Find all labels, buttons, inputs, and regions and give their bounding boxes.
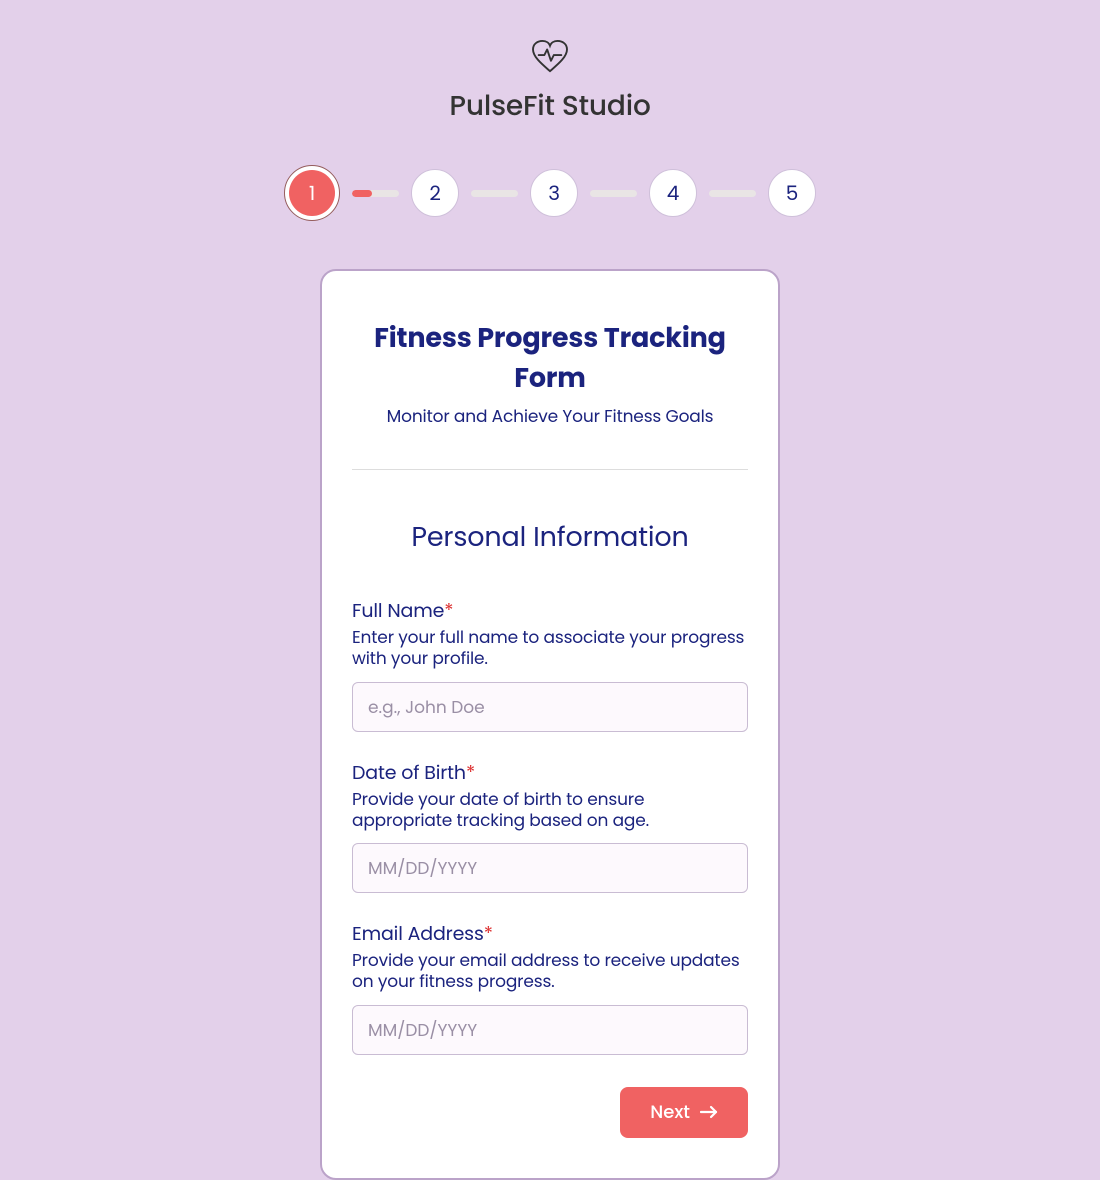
next-button[interactable]: Next [620, 1087, 748, 1138]
form-subtitle: Monitor and Achieve Your Fitness Goals [352, 403, 748, 429]
email-description: Provide your email address to receive up… [352, 950, 748, 993]
full-name-label: Full Name* [352, 596, 748, 625]
stepper: 1 2 3 4 5 [284, 165, 816, 221]
logo-section: PulseFit Studio [449, 40, 650, 127]
section-title: Personal Information [352, 518, 748, 558]
form-title: Fitness Progress Tracking Form [352, 319, 748, 399]
step-5[interactable]: 5 [768, 169, 816, 217]
step-bar-2 [471, 190, 518, 197]
step-3[interactable]: 3 [530, 169, 578, 217]
step-bar-4 [709, 190, 756, 197]
form-header: Fitness Progress Tracking Form Monitor a… [352, 319, 748, 470]
full-name-description: Enter your full name to associate your p… [352, 627, 748, 670]
field-full-name: Full Name* Enter your full name to assoc… [352, 596, 748, 732]
step-2[interactable]: 2 [411, 169, 459, 217]
next-button-label: Next [650, 1099, 690, 1126]
form-card: Fitness Progress Tracking Form Monitor a… [320, 269, 780, 1180]
brand-name: PulseFit Studio [449, 85, 650, 127]
email-input[interactable] [352, 1005, 748, 1055]
step-1[interactable]: 1 [284, 165, 340, 221]
full-name-input[interactable] [352, 682, 748, 732]
email-label: Email Address* [352, 919, 748, 948]
arrow-right-icon [700, 1105, 718, 1119]
heart-pulse-icon [531, 40, 569, 74]
field-dob: Date of Birth* Provide your date of birt… [352, 758, 748, 894]
dob-input[interactable] [352, 843, 748, 893]
step-bar-3 [590, 190, 637, 197]
field-email: Email Address* Provide your email addres… [352, 919, 748, 1055]
step-bar-1 [352, 190, 399, 197]
dob-description: Provide your date of birth to ensure app… [352, 789, 748, 832]
step-1-inner: 1 [289, 170, 335, 216]
step-4[interactable]: 4 [649, 169, 697, 217]
button-row: Next [352, 1087, 748, 1138]
dob-label: Date of Birth* [352, 758, 748, 787]
